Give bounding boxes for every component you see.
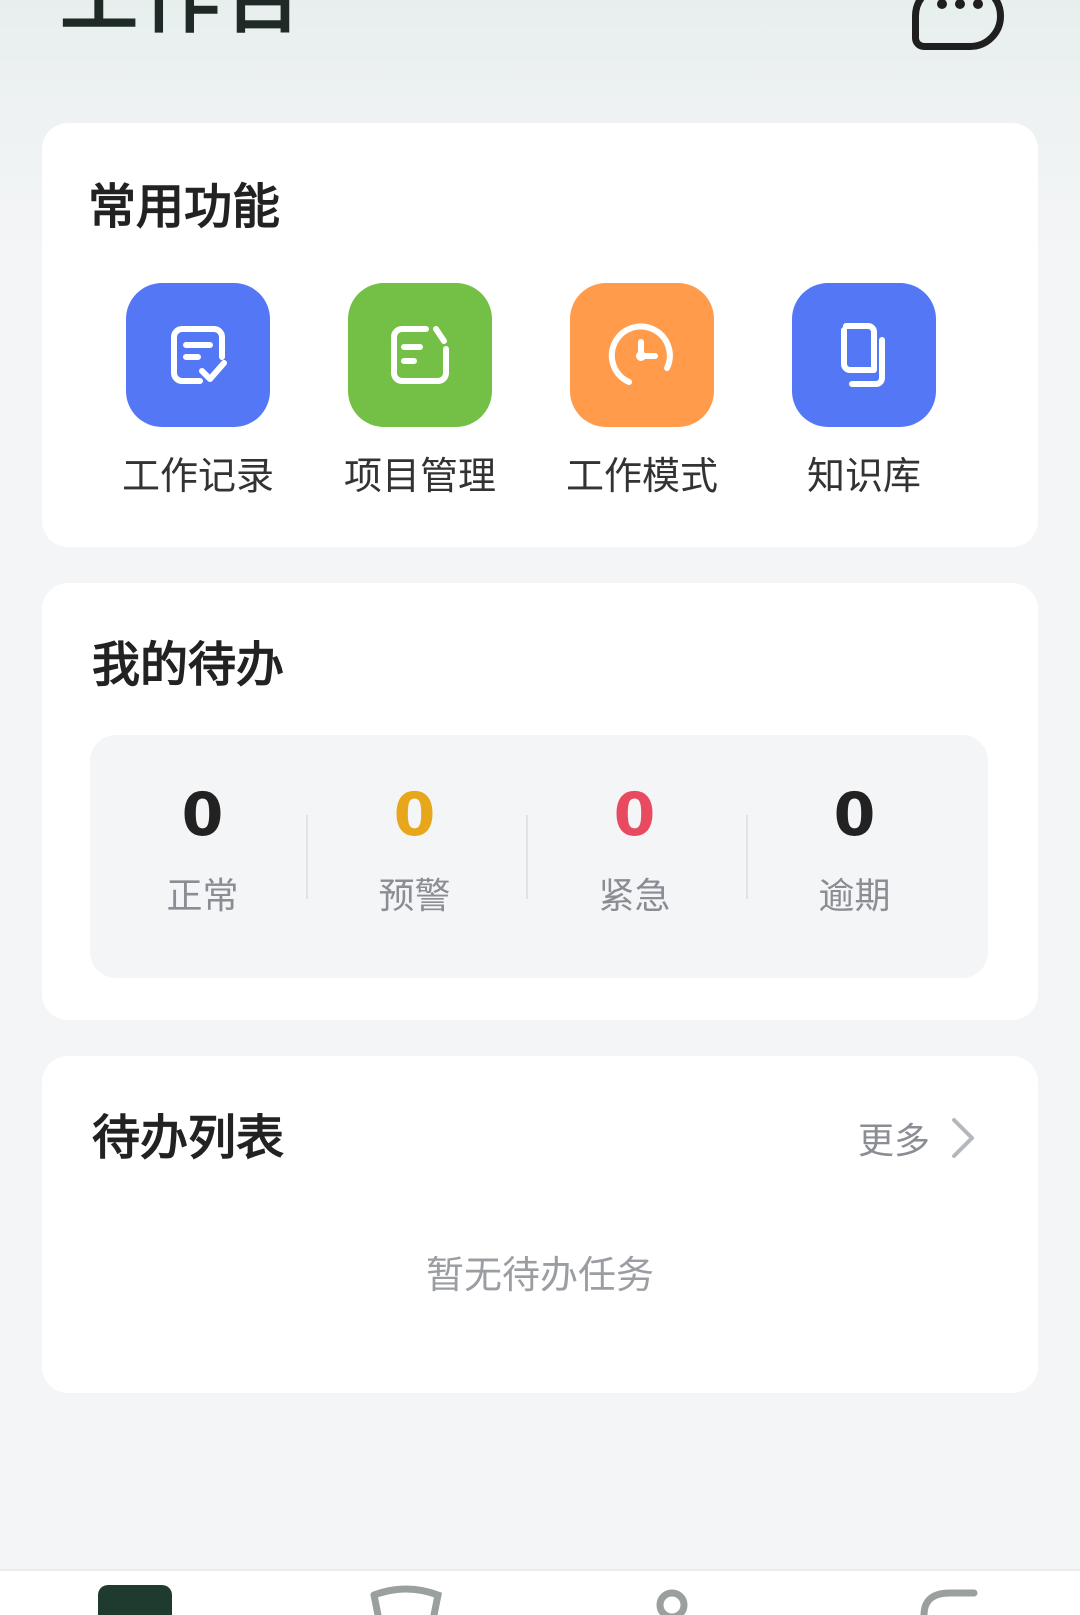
- todo-list-title: 待办列表: [92, 1110, 285, 1166]
- empty-state-text: 暂无待办任务: [425, 1253, 654, 1297]
- chevron-right-icon: [950, 1116, 976, 1167]
- more-label: 更多: [857, 1120, 930, 1162]
- func-label: 项目管理: [343, 454, 496, 498]
- stat-value: 0: [181, 780, 224, 850]
- func-work-mode[interactable]: 工作模式: [542, 283, 742, 495]
- func-knowledge-base[interactable]: 知识库: [764, 283, 964, 495]
- todo-list-card: 待办列表 更多 暂无待办任务: [42, 1056, 1038, 1393]
- stat-overdue[interactable]: 0 逾期: [742, 785, 967, 915]
- work-record-icon: [126, 283, 270, 427]
- workbench-tab-icon[interactable]: [98, 1585, 172, 1615]
- func-label: 知识库: [806, 454, 921, 498]
- todos-card: 我的待办 0 正常 0 预警 0 紧急 0 逾期: [42, 583, 1038, 1020]
- func-project-management[interactable]: 项目管理: [320, 283, 520, 495]
- func-work-record[interactable]: 工作记录: [98, 283, 298, 495]
- stat-normal[interactable]: 0 正常: [90, 785, 315, 915]
- stat-label: 预警: [378, 876, 451, 917]
- stat-label: 紧急: [598, 876, 671, 917]
- chat-dot: [955, 0, 965, 9]
- functions-title: 常用功能: [88, 179, 281, 235]
- message-tab-icon[interactable]: [370, 1585, 443, 1615]
- func-label: 工作模式: [565, 454, 718, 498]
- stat-value: 0: [393, 780, 436, 850]
- chat-bubble-icon[interactable]: [912, 0, 1004, 50]
- chat-dot: [937, 0, 947, 9]
- stat-value: 0: [833, 780, 876, 850]
- todo-stats: 0 正常 0 预警 0 紧急 0 逾期: [90, 735, 988, 978]
- stat-label: 逾期: [818, 876, 891, 917]
- book-icon: [792, 283, 936, 427]
- stat-label: 正常: [166, 876, 239, 917]
- stat-warning[interactable]: 0 预警: [302, 785, 527, 915]
- contacts-tab-icon[interactable]: [654, 1585, 690, 1615]
- func-label: 工作记录: [121, 454, 274, 498]
- more-link[interactable]: 更多: [858, 1116, 976, 1167]
- project-management-icon: [348, 283, 492, 427]
- todos-title: 我的待办: [92, 637, 285, 693]
- stat-urgent[interactable]: 0 紧急: [522, 785, 747, 915]
- page-title: 工作台: [60, 0, 306, 38]
- clock-icon: [570, 283, 714, 427]
- profile-tab-icon[interactable]: [920, 1585, 978, 1615]
- bottom-nav: [0, 1569, 1080, 1615]
- chat-dot: [973, 0, 983, 9]
- stat-value: 0: [613, 780, 656, 850]
- functions-card: 常用功能 工作记录 项目管理 工作模式 知识库: [42, 123, 1038, 547]
